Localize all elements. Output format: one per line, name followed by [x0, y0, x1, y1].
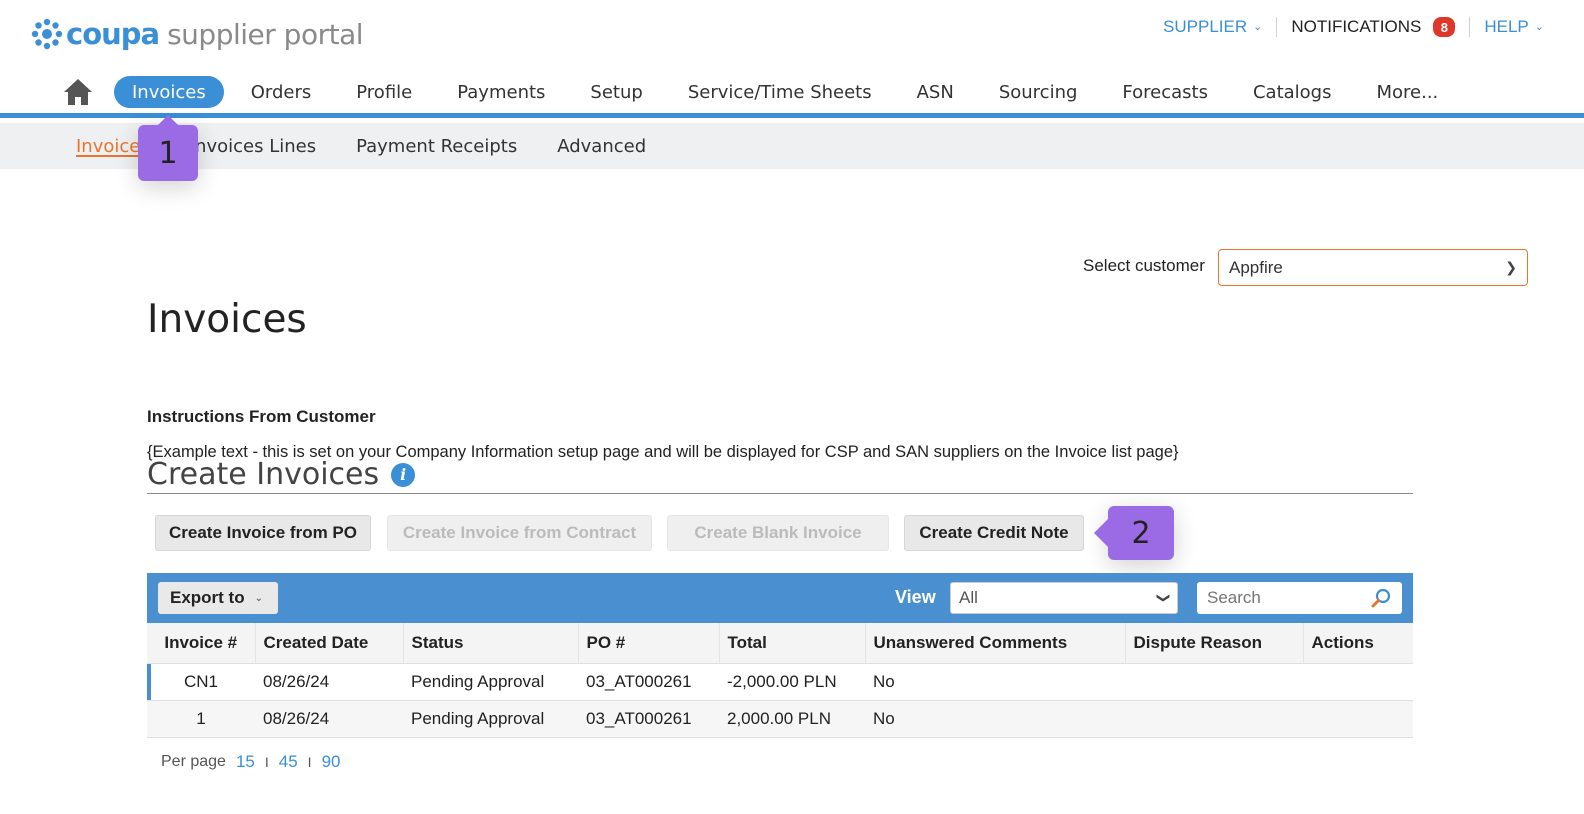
per-page-option-90[interactable]: 90 [322, 752, 341, 772]
table-header-row: Invoice # Created Date Status PO # Total… [147, 623, 1413, 663]
home-icon[interactable] [62, 77, 94, 107]
search-icon[interactable] [1370, 587, 1392, 609]
column-header-total[interactable]: Total [719, 623, 866, 663]
notifications-menu[interactable]: NOTIFICATIONS 8 [1291, 17, 1456, 37]
total-cell: 2,000.00 PLN [719, 699, 865, 738]
per-page-label: Per page [161, 753, 226, 770]
supplier-menu-label: SUPPLIER [1163, 17, 1248, 36]
chevron-down-icon: ⌄ [1253, 20, 1263, 33]
per-page-control: Per page 15 I 45 I 90 [161, 752, 340, 772]
select-customer-dropdown[interactable]: Appfire ❯ [1218, 249, 1528, 286]
column-header-created-date[interactable]: Created Date [255, 623, 404, 663]
dispute-reason-cell [1125, 699, 1303, 738]
nav-item-service-time-sheets[interactable]: Service/Time Sheets [670, 76, 890, 108]
column-header-status[interactable]: Status [403, 623, 579, 663]
nav-item-sourcing[interactable]: Sourcing [981, 76, 1096, 108]
instructions-title: Instructions From Customer [147, 407, 376, 426]
column-header-invoice-number[interactable]: Invoice # [147, 623, 256, 663]
per-page-separator: I [307, 754, 312, 770]
info-icon[interactable]: i [391, 462, 416, 487]
view-select[interactable]: All ❯ [950, 582, 1178, 614]
table-row: 1 08/26/24 Pending Approval 03_AT000261 … [147, 699, 1413, 738]
chevron-down-icon: ❯ [1156, 592, 1172, 604]
nav-item-profile[interactable]: Profile [338, 76, 430, 108]
unanswered-comments-cell: No [865, 662, 1125, 700]
per-page-option-45[interactable]: 45 [279, 752, 298, 772]
actions-cell [1303, 662, 1413, 700]
po-number-link[interactable]: 03_AT000261 [578, 662, 719, 700]
create-invoices-heading: Create Invoices i [147, 457, 416, 492]
dispute-reason-cell [1125, 662, 1303, 700]
unanswered-comments-cell: No [865, 699, 1125, 738]
nav-item-forecasts[interactable]: Forecasts [1104, 76, 1226, 108]
tab-invoices-lines[interactable]: Invoices Lines [190, 123, 316, 169]
select-customer-label: Select customer [1083, 256, 1205, 275]
nav-item-payments[interactable]: Payments [439, 76, 563, 108]
per-page-separator: I [264, 754, 269, 770]
table-row: CN1 08/26/24 Pending Approval 03_AT00026… [147, 662, 1413, 700]
view-label: View [895, 587, 936, 607]
help-menu-label: HELP [1484, 17, 1529, 36]
annotation-marker-2: 2 [1094, 506, 1174, 560]
nav-item-more[interactable]: More... [1358, 76, 1456, 108]
invoices-table: Invoice # Created Date Status PO # Total… [147, 623, 1413, 738]
invoice-number-link[interactable]: 1 [147, 699, 255, 738]
actions-cell [1303, 699, 1413, 738]
export-to-button[interactable]: Export to ⌄ [158, 582, 278, 614]
top-right-menu: SUPPLIER ⌄ NOTIFICATIONS 8 HELP ⌄ [1163, 14, 1544, 40]
page-title: Invoices [147, 297, 307, 342]
logo-text-coupa: coupa [66, 17, 160, 51]
coupa-logo[interactable]: coupa supplier portal [30, 14, 364, 54]
create-invoice-from-contract-button[interactable]: Create Invoice from Contract [387, 515, 652, 551]
search-box[interactable] [1197, 582, 1402, 614]
coupa-flower-icon [31, 18, 63, 50]
invoice-number-link[interactable]: CN1 [147, 662, 255, 700]
divider [1276, 17, 1278, 37]
logo-text-supplier-portal: supplier portal [167, 17, 364, 51]
nav-item-setup[interactable]: Setup [572, 76, 660, 108]
status-cell: Pending Approval [403, 662, 578, 700]
created-date-cell: 08/26/24 [255, 699, 403, 738]
view-select-value: All [959, 588, 978, 607]
total-cell: -2,000.00 PLN [719, 662, 865, 700]
create-blank-invoice-button[interactable]: Create Blank Invoice [667, 515, 889, 551]
divider [147, 493, 1413, 494]
help-menu[interactable]: HELP ⌄ [1484, 17, 1544, 37]
status-cell: Pending Approval [403, 699, 578, 738]
divider [1469, 17, 1471, 37]
column-header-unanswered-comments[interactable]: Unanswered Comments [865, 623, 1126, 663]
chevron-down-icon: ⌄ [254, 592, 263, 604]
po-number-link[interactable]: 03_AT000261 [578, 699, 719, 738]
nav-item-asn[interactable]: ASN [899, 76, 972, 108]
nav-item-catalogs[interactable]: Catalogs [1235, 76, 1350, 108]
chevron-down-icon: ❯ [1505, 259, 1517, 275]
supplier-menu[interactable]: SUPPLIER ⌄ [1163, 17, 1262, 37]
tab-advanced[interactable]: Advanced [557, 123, 646, 169]
column-header-dispute-reason[interactable]: Dispute Reason [1125, 623, 1304, 663]
created-date-cell: 08/26/24 [255, 662, 403, 700]
column-header-actions: Actions [1303, 623, 1413, 663]
main-nav: Invoices Orders Profile Payments Setup S… [0, 72, 1584, 118]
export-to-label: Export to [170, 588, 245, 607]
create-invoice-from-po-button[interactable]: Create Invoice from PO [155, 515, 371, 551]
notifications-count-badge: 8 [1433, 17, 1456, 37]
create-invoices-title: Create Invoices [147, 457, 380, 492]
nav-item-invoices[interactable]: Invoices [114, 76, 224, 108]
column-header-po-number[interactable]: PO # [578, 623, 720, 663]
annotation-marker-1: 1 [138, 115, 198, 181]
tab-payment-receipts[interactable]: Payment Receipts [356, 123, 517, 169]
chevron-down-icon: ⌄ [1534, 20, 1544, 33]
sub-nav: Invoices Invoices Lines Payment Receipts… [0, 123, 1584, 169]
notifications-label: NOTIFICATIONS [1291, 17, 1422, 36]
search-input[interactable] [1207, 588, 1367, 608]
per-page-option-15[interactable]: 15 [236, 752, 255, 772]
create-credit-note-button[interactable]: Create Credit Note [904, 515, 1084, 551]
select-customer-value: Appfire [1229, 257, 1283, 277]
nav-item-orders[interactable]: Orders [233, 76, 330, 108]
table-toolbar: Export to ⌄ View All ❯ [147, 573, 1413, 623]
